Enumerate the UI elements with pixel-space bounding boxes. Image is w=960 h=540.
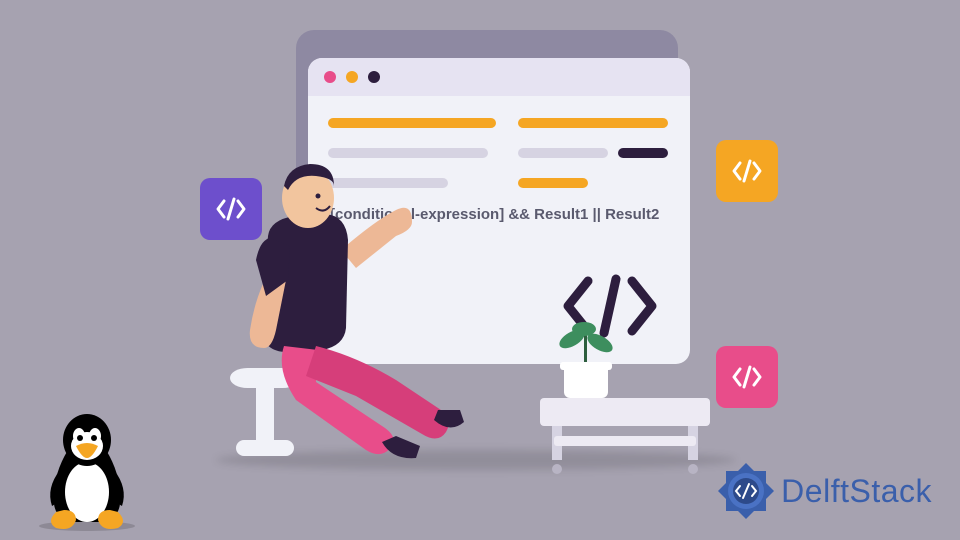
linux-tux-icon bbox=[32, 412, 142, 532]
plant bbox=[564, 340, 608, 372]
table-foot bbox=[552, 464, 562, 474]
plant-pot bbox=[564, 366, 608, 398]
code-badge-pink bbox=[716, 346, 778, 408]
table-shelf bbox=[554, 436, 696, 446]
code-line bbox=[518, 178, 588, 188]
code-line bbox=[328, 148, 488, 158]
window-dot-minimize bbox=[346, 71, 358, 83]
delftstack-brand-text: DelftStack bbox=[781, 473, 932, 510]
code-line bbox=[518, 118, 668, 128]
delftstack-logo: DelftStack bbox=[717, 462, 932, 520]
table-foot bbox=[688, 464, 698, 474]
window-dot-maximize bbox=[368, 71, 380, 83]
code-line bbox=[618, 148, 668, 158]
window-titlebar bbox=[308, 58, 690, 96]
code-line bbox=[518, 148, 608, 158]
person-illustration bbox=[206, 160, 406, 460]
code-badge-orange bbox=[716, 140, 778, 202]
delftstack-emblem-icon bbox=[717, 462, 775, 520]
side-table bbox=[540, 398, 710, 468]
window-dot-close bbox=[324, 71, 336, 83]
plant-leaf bbox=[572, 322, 596, 336]
table-top bbox=[540, 398, 710, 426]
code-line bbox=[328, 118, 496, 128]
